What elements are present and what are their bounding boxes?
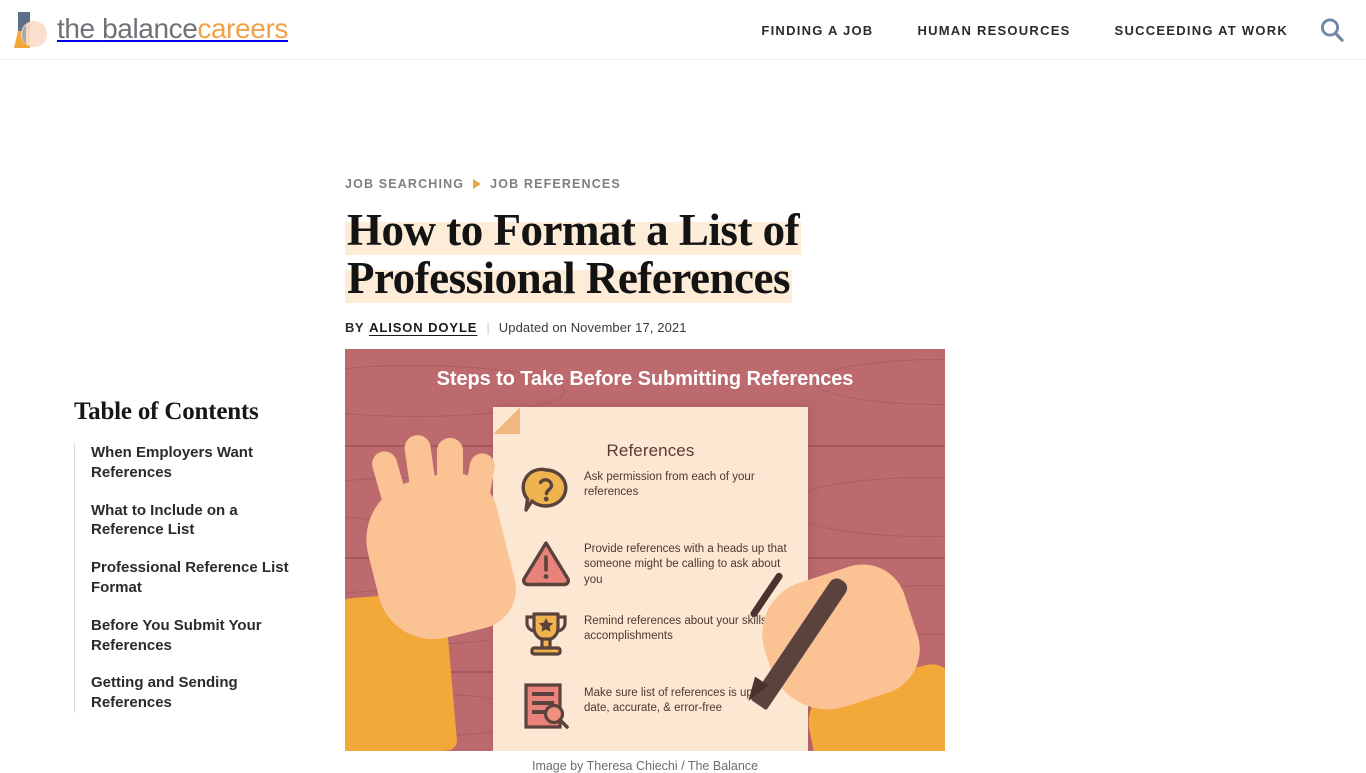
toc-list: When Employers Want References What to I… [74, 443, 304, 713]
toc-item-what-to-include-on-a-reference-list[interactable]: What to Include on a Reference List [91, 501, 291, 541]
hero-step: Remind references about your skills & ac… [520, 608, 792, 668]
triangle-right-icon [473, 179, 482, 189]
nav-item-human-resources[interactable]: HUMAN RESOURCES [917, 23, 1070, 38]
desk-grain [785, 477, 945, 538]
hero-illustration: References Ask permission from each of y… [345, 349, 945, 752]
byline-separator: | [486, 319, 490, 335]
byline-prefix: BY [345, 319, 365, 335]
site-header: the balancecareers FINDING A JOB HUMAN R… [0, 0, 1366, 60]
balance-logo-mark [14, 11, 48, 49]
page-body: Table of Contents When Employers Want Re… [0, 60, 1366, 773]
hero-figure: References Ask permission from each of y… [345, 349, 945, 773]
article: JOB SEARCHING JOB REFERENCES How to Form… [345, 60, 945, 773]
breadcrumb: JOB SEARCHING JOB REFERENCES [345, 176, 945, 192]
hero-step-text: Remind references about your skills & ac… [584, 615, 778, 643]
brand-word-the: the [57, 12, 103, 44]
hero-step-text: Provide references with a heads up that … [584, 543, 787, 586]
brand-wordmark: the balancecareers [57, 12, 288, 46]
nav-item-finding-a-job[interactable]: FINDING A JOB [761, 23, 873, 38]
site-logo[interactable]: the balancecareers [14, 8, 288, 52]
toc-item-professional-reference-list-format[interactable]: Professional Reference List Format [91, 558, 291, 598]
page-title-line-2: Professional References [345, 253, 792, 304]
warning-triangle-icon [520, 536, 572, 588]
hero-step: Ask permission from each of your referen… [520, 464, 792, 524]
page-title: How to Format a List of Professional Ref… [345, 205, 845, 304]
breadcrumb-item-job-references[interactable]: JOB REFERENCES [490, 177, 621, 191]
paper-folded-corner [493, 407, 520, 435]
main-navigation: FINDING A JOB HUMAN RESOURCES SUCCEEDING… [761, 0, 1288, 60]
document-magnifier-icon [520, 680, 572, 732]
toc-heading: Table of Contents [74, 398, 259, 425]
byline-updated-date: Updated on November 17, 2021 [498, 319, 687, 335]
hero-step: Provide references with a heads up that … [520, 536, 792, 596]
breadcrumb-item-job-searching[interactable]: JOB SEARCHING [345, 177, 464, 191]
trophy-icon [520, 608, 572, 660]
brand-word-balance: balance [102, 12, 198, 44]
question-speech-bubble-icon [520, 464, 572, 516]
nav-item-succeeding-at-work[interactable]: SUCCEEDING AT WORK [1115, 23, 1288, 38]
brand-word-careers: careers [197, 12, 288, 44]
toc-item-before-you-submit-your-references[interactable]: Before You Submit Your References [91, 616, 291, 656]
hero-steps-list: Ask permission from each of your referen… [520, 464, 792, 751]
hero-caption: Image by Theresa Chiechi / The Balance [531, 759, 759, 773]
page-title-line-1: How to Format a List of [345, 205, 802, 255]
finger [436, 438, 463, 509]
finger [461, 451, 497, 518]
toc-item-getting-and-sending-references[interactable]: Getting and Sending References [91, 673, 291, 713]
byline-author-link[interactable]: ALISON DOYLE [369, 320, 477, 335]
hero-heading: Steps to Take Before Submitting Referenc… [436, 368, 854, 391]
byline: BY ALISON DOYLE | Updated on November 17… [345, 319, 945, 335]
paper-title: References [606, 441, 695, 461]
search-icon[interactable] [1312, 11, 1352, 49]
hero-step-text: Ask permission from each of your referen… [584, 471, 755, 499]
table-of-contents: Table of Contents When Employers Want Re… [74, 398, 304, 713]
toc-item-when-employers-want-references[interactable]: When Employers Want References [91, 443, 291, 483]
